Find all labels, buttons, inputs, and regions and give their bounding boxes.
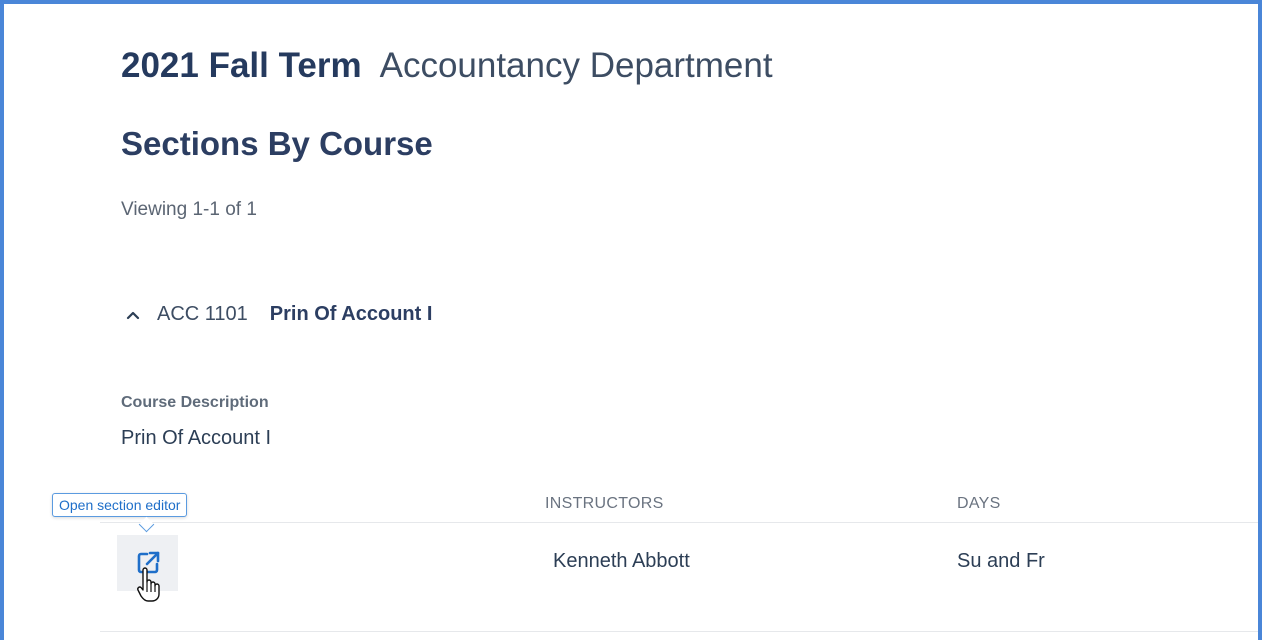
table-cell-days: Su and Fr <box>957 550 1045 572</box>
term-name: 2021 Fall Term <box>121 46 362 85</box>
course-description: Prin Of Account I <box>121 427 272 449</box>
table-cell-instructors: Kenneth Abbott <box>553 550 690 572</box>
table-row-divider <box>100 631 1258 632</box>
column-header-days: DAYS <box>957 495 1001 512</box>
page-title: Sections By Course <box>121 125 433 162</box>
chevron-up-icon <box>126 311 140 319</box>
hand-pointer-icon <box>137 567 160 602</box>
table-header-divider <box>100 522 1258 523</box>
viewing-count: Viewing 1-1 of 1 <box>121 199 257 220</box>
course-accordion-toggle[interactable]: ACC 1101 Prin Of Account I <box>125 303 432 326</box>
department-name: Accountancy Department <box>379 46 773 85</box>
page-header: 2021 Fall Term Accountancy Department <box>121 46 773 86</box>
course-code: ACC 1101 <box>157 303 248 325</box>
tooltip: Open section editor <box>52 493 188 517</box>
course-name: Prin Of Account I <box>269 303 433 325</box>
course-description-label: Course Description <box>121 394 269 411</box>
column-header-instructors: INSTRUCTORS <box>545 495 664 512</box>
